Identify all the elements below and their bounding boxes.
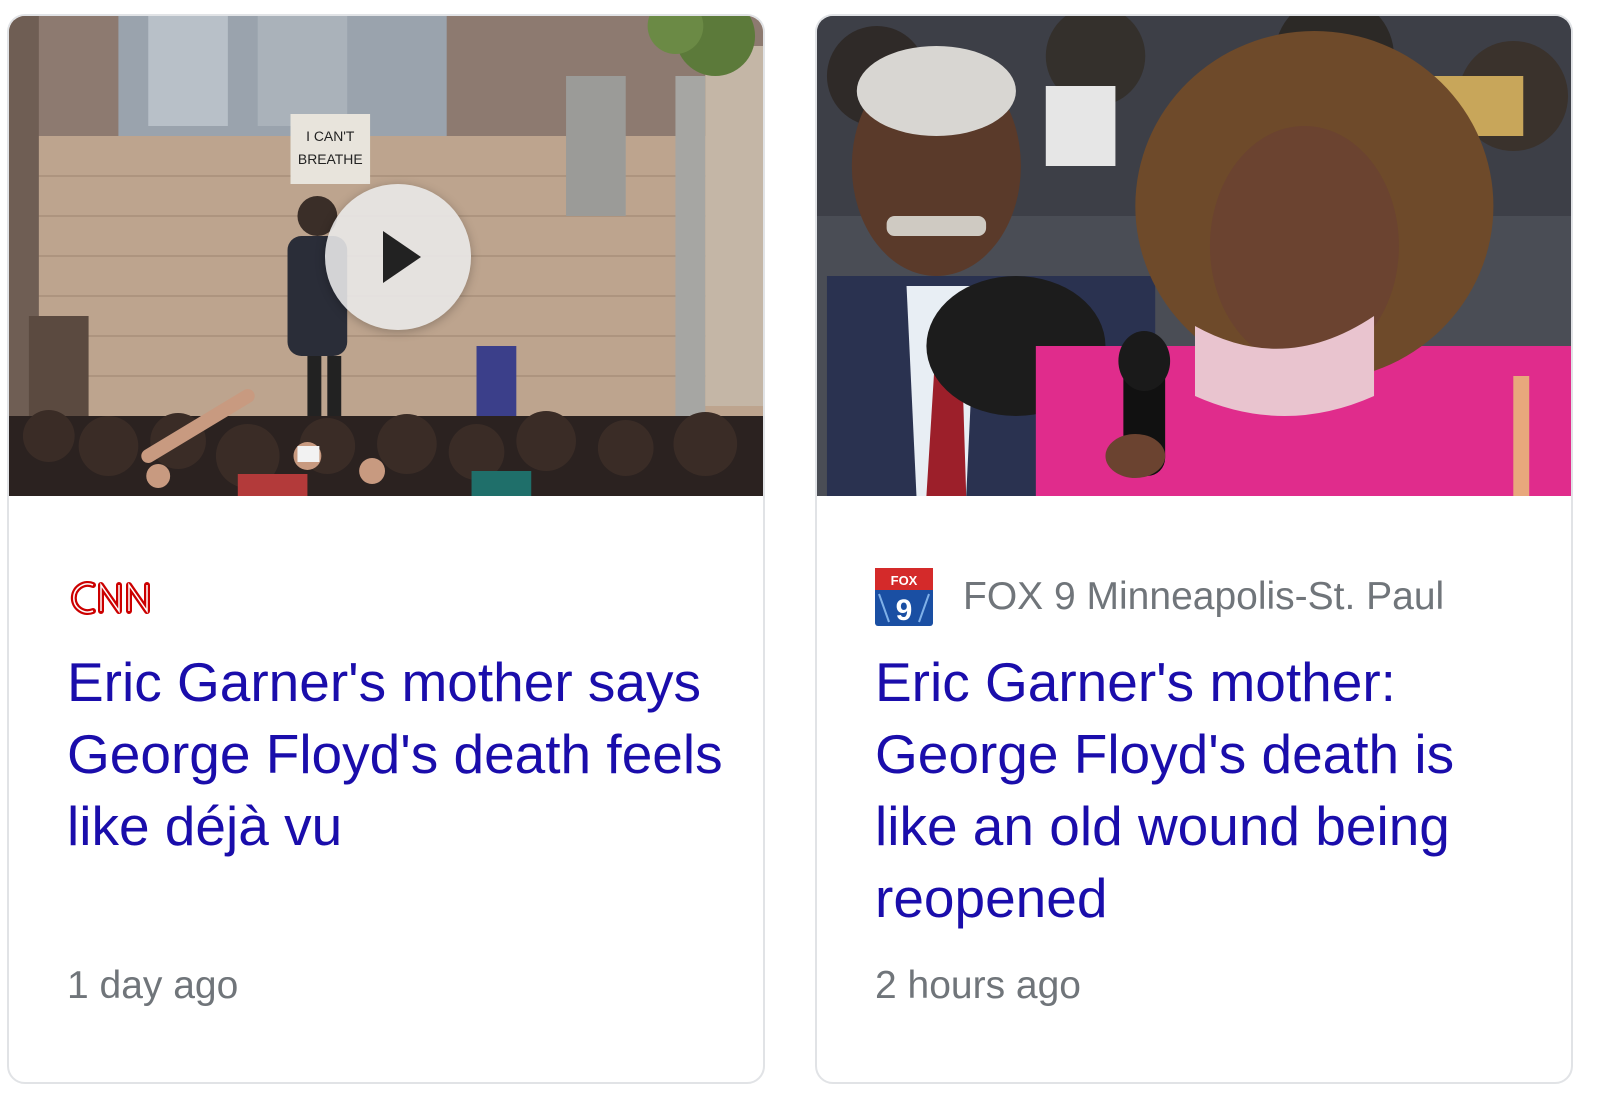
news-card-cnn[interactable]: I CAN'T BREATHE Eric Garner's mother say…	[7, 14, 765, 1084]
fox9-logo-icon: FOX 9	[875, 568, 933, 626]
source-name: FOX 9 Minneapolis-St. Paul	[963, 575, 1445, 618]
cnn-logo-icon	[70, 581, 150, 615]
news-card-fox9[interactable]: FOX 9 FOX 9 Minneapolis-St. Paul Eric Ga…	[815, 14, 1573, 1084]
news-source: FOX 9 FOX 9 Minneapolis-St. Paul	[875, 566, 1444, 628]
svg-text:9: 9	[896, 594, 913, 626]
headline-link[interactable]: Eric Garner's mother says George Floyd's…	[67, 646, 727, 862]
headline-link[interactable]: Eric Garner's mother: George Floyd's dea…	[875, 646, 1535, 934]
play-video-button[interactable]	[325, 184, 471, 330]
timestamp: 2 hours ago	[875, 964, 1081, 1007]
speakers-image	[817, 16, 1571, 496]
news-thumbnail-protest[interactable]: I CAN'T BREATHE	[9, 16, 763, 496]
fox-logo-text: FOX	[891, 573, 918, 588]
news-thumbnail-speakers[interactable]	[817, 16, 1571, 496]
news-source	[67, 566, 195, 628]
timestamp: 1 day ago	[67, 964, 239, 1007]
sign-text: I CAN'T	[306, 128, 355, 144]
play-icon	[383, 231, 421, 283]
svg-text:BREATHE: BREATHE	[298, 151, 363, 167]
